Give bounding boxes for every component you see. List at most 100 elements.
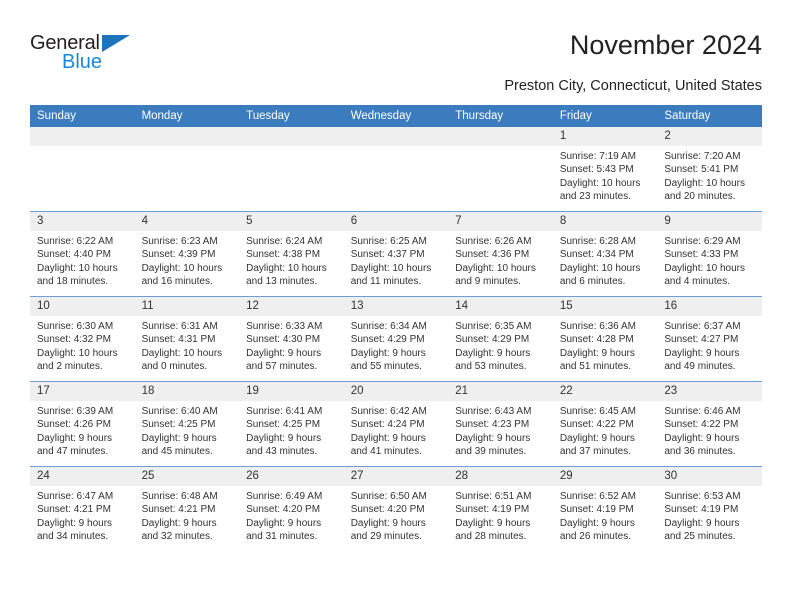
sunset-time: Sunset: 4:38 PM: [246, 249, 321, 261]
day-details: Sunrise: 6:36 AM Sunset: 4:28 PM Daylight:…: [553, 316, 658, 373]
calendar-day-cell[interactable]: 19 Sunrise: 6:41 AM Sunset: 4:25 PM Dayligh…: [239, 381, 344, 467]
calendar-day-cell[interactable]: 13 Sunrise: 6:34 AM Sunset: 4:29 PM Dayligh…: [343, 296, 449, 382]
calendar-page: General Blue November 2024 Preston City,…: [0, 0, 792, 612]
day-details: Sunrise: 6:47 AM Sunset: 4:21 PM Daylight:…: [30, 486, 135, 543]
sunset-time: Sunset: 4:31 PM: [141, 334, 216, 346]
day-details: Sunrise: 6:39 AM Sunset: 4:26 PM Daylight:…: [30, 401, 135, 458]
daylight-duration: Daylight: 9 hours and 41 minutes.: [350, 432, 426, 457]
weekday-header-tuesday: Tuesday: [239, 105, 344, 127]
calendar-day-cell[interactable]: 18 Sunrise: 6:40 AM Sunset: 4:25 PM Dayligh…: [134, 381, 240, 467]
daylight-duration: Daylight: 10 hours and 0 minutes.: [141, 347, 223, 372]
day-number: [448, 127, 553, 146]
sunset-time: Sunset: 4:20 PM: [350, 504, 425, 516]
sunrise-time: Sunrise: 6:25 AM: [350, 236, 427, 247]
calendar-day-cell[interactable]: 24 Sunrise: 6:47 AM Sunset: 4:21 PM Dayligh…: [30, 466, 135, 551]
daylight-duration: Daylight: 9 hours and 45 minutes.: [141, 432, 217, 457]
calendar-day-cell[interactable]: 1 Sunrise: 7:19 AM Sunset: 5:43 PM Daylight…: [552, 127, 658, 212]
day-details: Sunrise: 7:20 AM Sunset: 5:41 PM Daylight:…: [657, 146, 762, 203]
daylight-duration: Daylight: 9 hours and 55 minutes.: [350, 347, 426, 372]
day-number: 21: [448, 382, 553, 401]
sunrise-time: Sunrise: 6:42 AM: [350, 406, 427, 417]
day-details: Sunrise: 6:50 AM Sunset: 4:20 PM Daylight:…: [344, 486, 449, 543]
calendar-day-cell[interactable]: 4 Sunrise: 6:23 AM Sunset: 4:39 PM Daylight…: [134, 211, 240, 297]
daylight-duration: Daylight: 9 hours and 36 minutes.: [664, 432, 740, 457]
calendar-day-cell[interactable]: 15 Sunrise: 6:36 AM Sunset: 4:28 PM Dayligh…: [552, 296, 658, 382]
calendar-day-cell[interactable]: 23 Sunrise: 6:46 AM Sunset: 4:22 PM Dayligh…: [657, 381, 762, 467]
daylight-duration: Daylight: 10 hours and 18 minutes.: [37, 262, 118, 287]
calendar-day-cell[interactable]: 2 Sunrise: 7:20 AM Sunset: 5:41 PM Daylight…: [657, 127, 762, 212]
day-details: Sunrise: 6:46 AM Sunset: 4:22 PM Daylight:…: [657, 401, 762, 458]
sunset-time: Sunset: 4:29 PM: [455, 334, 530, 346]
sunset-time: Sunset: 4:19 PM: [664, 504, 739, 516]
calendar-day-cell[interactable]: 10 Sunrise: 6:30 AM Sunset: 4:32 PM Dayligh…: [30, 296, 135, 382]
day-details: Sunrise: 6:22 AM Sunset: 4:40 PM Daylight:…: [30, 231, 135, 288]
calendar-day-cell[interactable]: 8 Sunrise: 6:28 AM Sunset: 4:34 PM Daylight…: [552, 211, 658, 297]
calendar-day-cell[interactable]: 21 Sunrise: 6:43 AM Sunset: 4:23 PM Dayligh…: [448, 381, 553, 467]
calendar-day-cell[interactable]: 5 Sunrise: 6:24 AM Sunset: 4:38 PM Daylight…: [239, 211, 344, 297]
calendar-day-cell[interactable]: 25 Sunrise: 6:48 AM Sunset: 4:21 PM Dayligh…: [134, 466, 240, 551]
calendar-day-cell[interactable]: 20 Sunrise: 6:42 AM Sunset: 4:24 PM Dayligh…: [343, 381, 449, 467]
calendar-day-cell[interactable]: 16 Sunrise: 6:37 AM Sunset: 4:27 PM Dayligh…: [657, 296, 762, 382]
calendar-day-cell[interactable]: 26 Sunrise: 6:49 AM Sunset: 4:20 PM Dayligh…: [239, 466, 344, 551]
weekday-header-saturday: Saturday: [657, 105, 762, 127]
sunset-time: Sunset: 4:23 PM: [455, 419, 530, 431]
daylight-duration: Daylight: 9 hours and 43 minutes.: [246, 432, 322, 457]
day-number: [239, 127, 344, 146]
logo-text-blue: Blue: [62, 51, 103, 73]
sunrise-time: Sunrise: 6:28 AM: [559, 236, 636, 247]
daylight-duration: Daylight: 9 hours and 34 minutes.: [37, 517, 113, 542]
sunset-time: Sunset: 4:28 PM: [559, 334, 634, 346]
calendar-day-cell[interactable]: 12 Sunrise: 6:33 AM Sunset: 4:30 PM Dayligh…: [239, 296, 344, 382]
calendar-day-cell[interactable]: 7 Sunrise: 6:26 AM Sunset: 4:36 PM Daylight…: [448, 211, 553, 297]
calendar-day-cell[interactable]: 9 Sunrise: 6:29 AM Sunset: 4:33 PM Daylight…: [657, 211, 762, 297]
general-blue-logo[interactable]: General Blue: [30, 32, 190, 80]
sunrise-time: Sunrise: 6:52 AM: [559, 491, 636, 502]
sunset-time: Sunset: 4:19 PM: [455, 504, 530, 516]
sunrise-time: Sunrise: 6:24 AM: [246, 236, 323, 247]
daylight-duration: Daylight: 10 hours and 20 minutes.: [664, 177, 745, 202]
daylight-duration: Daylight: 10 hours and 9 minutes.: [455, 262, 536, 287]
daylight-duration: Daylight: 9 hours and 37 minutes.: [559, 432, 635, 457]
calendar-day-cell[interactable]: 22 Sunrise: 6:45 AM Sunset: 4:22 PM Dayligh…: [552, 381, 658, 467]
day-number: [343, 127, 449, 146]
day-number: 22: [552, 382, 658, 401]
day-number: 12: [239, 297, 344, 316]
calendar-day-cell[interactable]: 6 Sunrise: 6:25 AM Sunset: 4:37 PM Daylight…: [343, 211, 449, 297]
day-number: 16: [657, 297, 762, 316]
sunset-time: Sunset: 4:33 PM: [664, 249, 739, 261]
calendar-day-cell[interactable]: 30 Sunrise: 6:53 AM Sunset: 4:19 PM Dayligh…: [657, 466, 762, 551]
sunset-time: Sunset: 4:30 PM: [246, 334, 321, 346]
day-number: 19: [239, 382, 344, 401]
daylight-duration: Daylight: 9 hours and 53 minutes.: [455, 347, 531, 372]
sunset-time: Sunset: 4:37 PM: [350, 249, 425, 261]
calendar-day-cell[interactable]: 3 Sunrise: 6:22 AM Sunset: 4:40 PM Daylight…: [30, 211, 135, 297]
calendar-day-cell[interactable]: 11 Sunrise: 6:31 AM Sunset: 4:31 PM Dayligh…: [134, 296, 240, 382]
day-number: 20: [343, 382, 449, 401]
sunset-time: Sunset: 4:19 PM: [559, 504, 634, 516]
day-details: Sunrise: 6:28 AM Sunset: 4:34 PM Daylight:…: [553, 231, 658, 288]
calendar-day-cell[interactable]: 17 Sunrise: 6:39 AM Sunset: 4:26 PM Dayligh…: [30, 381, 135, 467]
page-title: November 2024: [569, 30, 762, 60]
sunrise-time: Sunrise: 6:40 AM: [141, 406, 218, 417]
daylight-duration: Daylight: 9 hours and 26 minutes.: [559, 517, 635, 542]
calendar-day-cell[interactable]: 14 Sunrise: 6:35 AM Sunset: 4:29 PM Dayligh…: [448, 296, 553, 382]
daylight-duration: Daylight: 9 hours and 25 minutes.: [664, 517, 740, 542]
day-details: Sunrise: 6:43 AM Sunset: 4:23 PM Daylight:…: [448, 401, 553, 458]
day-details: Sunrise: 6:45 AM Sunset: 4:22 PM Daylight:…: [553, 401, 658, 458]
daylight-duration: Daylight: 9 hours and 31 minutes.: [246, 517, 322, 542]
calendar-week-row: 1 Sunrise: 7:19 AM Sunset: 5:43 PM Daylight…: [30, 127, 762, 212]
calendar-day-cell[interactable]: 28 Sunrise: 6:51 AM Sunset: 4:19 PM Dayligh…: [448, 466, 553, 551]
sunset-time: Sunset: 4:34 PM: [559, 249, 634, 261]
sunrise-time: Sunrise: 6:50 AM: [350, 491, 427, 502]
calendar-day-cell[interactable]: 29 Sunrise: 6:52 AM Sunset: 4:19 PM Dayligh…: [552, 466, 658, 551]
day-number: 23: [657, 382, 762, 401]
day-number: 8: [552, 212, 658, 231]
day-details: Sunrise: 6:41 AM Sunset: 4:25 PM Daylight:…: [239, 401, 344, 458]
calendar-day-cell-empty: [134, 127, 240, 212]
day-number: 6: [343, 212, 449, 231]
sunrise-time: Sunrise: 6:22 AM: [37, 236, 114, 247]
day-details: Sunrise: 6:30 AM Sunset: 4:32 PM Daylight:…: [30, 316, 135, 373]
calendar-day-cell[interactable]: 27 Sunrise: 6:50 AM Sunset: 4:20 PM Dayligh…: [343, 466, 449, 551]
sunrise-time: Sunrise: 6:33 AM: [246, 321, 323, 332]
calendar-week-row: 24 Sunrise: 6:47 AM Sunset: 4:21 PM Dayligh…: [30, 466, 762, 551]
